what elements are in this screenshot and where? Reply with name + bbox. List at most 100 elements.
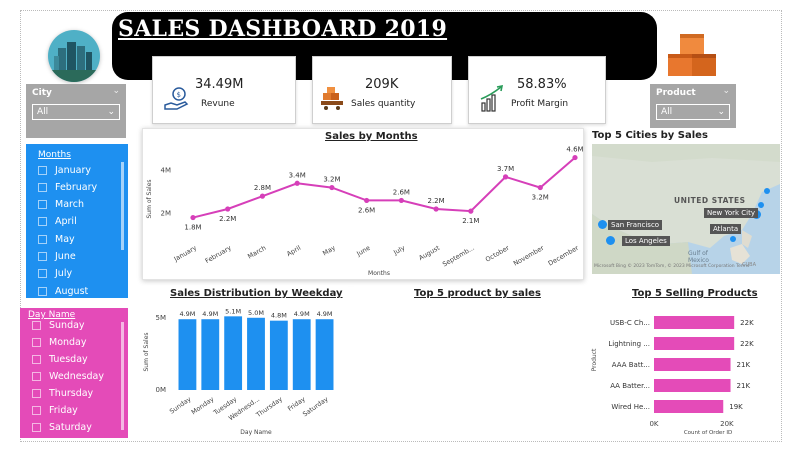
y-tick-label: USB-C Ch... (610, 319, 650, 327)
chevron-down-icon[interactable]: ⌄ (722, 86, 730, 96)
data-label: 4.6M (566, 146, 583, 154)
treemap-tile-value: 8.04M (357, 374, 385, 383)
data-label: 3.2M (532, 194, 549, 202)
checkbox[interactable] (38, 286, 47, 296)
bar (654, 358, 731, 371)
day-scrollbar[interactable] (121, 322, 124, 430)
kpi-revenue-label: Revune (201, 99, 235, 109)
kpi-quantity-value: 209K (365, 77, 399, 92)
bar (654, 379, 731, 392)
slicer-item[interactable]: Friday (32, 403, 78, 419)
slicer-item-label: Thursday (49, 387, 94, 399)
slicer-item[interactable]: January (38, 162, 91, 178)
treemap-tile[interactable]: iPhone 4.79M (354, 387, 482, 437)
x-tick-label: November (512, 244, 546, 268)
slicer-item[interactable]: April (38, 214, 77, 230)
checkbox[interactable] (38, 234, 47, 244)
kpi-profit-card: 58.83% Profit Margin (468, 56, 606, 124)
treemap-tile[interactable]: Google P... 3.32M (536, 302, 580, 402)
dashboard-title: SALES DASHBOARD 2019 (118, 16, 448, 42)
checkbox[interactable] (32, 371, 41, 381)
y-tick-label: 5M (156, 314, 167, 322)
map-bubble[interactable] (730, 236, 736, 242)
data-label: 4.9M (317, 310, 333, 318)
x-axis-label: Count of Order ID (684, 430, 732, 436)
map-bubble[interactable] (606, 236, 615, 245)
checkbox[interactable] (32, 320, 41, 330)
x-tick-label: Septemb... (441, 244, 476, 269)
checkbox[interactable] (32, 388, 41, 398)
slicer-item[interactable]: Saturday (32, 420, 92, 436)
checkbox[interactable] (32, 354, 41, 364)
chevron-down-icon[interactable]: ⌄ (112, 86, 120, 96)
slicer-item-label: Wednesday (49, 370, 105, 382)
slicer-item[interactable]: March (38, 197, 84, 213)
slicer-item[interactable]: August (38, 283, 88, 299)
map-bubble[interactable] (598, 220, 607, 229)
slicer-item[interactable]: July (38, 266, 72, 282)
data-point (433, 206, 439, 212)
treemap-tile-value: 2.44M (486, 425, 514, 434)
city-label-atlanta: Atlanta (710, 224, 742, 234)
product-slicer[interactable]: Product ⌄ All ⌄ (650, 84, 736, 128)
slicer-item[interactable]: Wednesday (32, 368, 104, 384)
treemap-tile[interactable]: Macbook Pro Laptop 8.04M (354, 302, 482, 386)
slicer-item-label: April (55, 216, 77, 228)
y-axis-label: Sum of Sales (143, 332, 150, 371)
checkbox[interactable] (38, 252, 47, 261)
x-tick-label: Sunday (168, 395, 193, 416)
checkbox[interactable] (32, 423, 41, 433)
months-slicer[interactable]: Months January February March April May June J… (26, 144, 128, 298)
checkbox[interactable] (38, 269, 47, 279)
x-tick-label: March (246, 244, 267, 261)
slicer-item[interactable]: Thursday (32, 385, 93, 401)
city-map[interactable]: UNITED STATES Gulf of Mexico CUBA San Fr… (592, 144, 780, 274)
checkbox[interactable] (38, 165, 47, 175)
day-slicer[interactable]: Day Name Sunday Monday Tuesday Wednesday Thu… (20, 308, 128, 438)
data-point (294, 180, 300, 186)
checkbox[interactable] (38, 217, 47, 227)
city-logo-icon (48, 30, 100, 82)
slicer-item[interactable]: Monday (32, 334, 87, 350)
bar (201, 319, 220, 390)
slicer-item[interactable]: May (38, 231, 75, 247)
months-scrollbar[interactable] (121, 162, 124, 250)
product-dropdown[interactable]: All ⌄ (656, 104, 730, 120)
kpi-profit-value: 58.83% (517, 77, 567, 92)
city-dropdown[interactable]: All ⌄ (32, 104, 120, 120)
checkbox[interactable] (38, 200, 47, 210)
treemap-tile-value: 3.32M (539, 390, 567, 399)
slicer-item-label: March (55, 199, 84, 211)
x-tick-label: 20K (720, 420, 734, 428)
boxes-logo-icon (664, 28, 722, 82)
slicer-item[interactable]: Sunday (32, 317, 85, 333)
map-bubble[interactable] (764, 188, 770, 194)
slicer-item[interactable]: February (38, 179, 97, 195)
checkbox[interactable] (32, 337, 41, 347)
slicer-item-label: August (55, 285, 89, 297)
bar (224, 316, 243, 390)
x-axis-label: Day Name (240, 429, 272, 436)
data-label: 2.2M (428, 197, 445, 205)
treemap-tile-value: 4.13M (486, 390, 514, 399)
treemap-tile[interactable]: ThinkPad L... 4.13M (483, 302, 535, 402)
y-tick-label: AAA Batt... (612, 361, 650, 369)
treemap-tile-name: Macbook Pro Laptop (357, 305, 450, 314)
checkbox[interactable] (32, 406, 41, 415)
x-tick-label: May (321, 244, 337, 258)
slicer-item[interactable]: Tuesday (32, 351, 88, 367)
checkbox[interactable] (38, 182, 47, 192)
treemap-tile[interactable]: 27in 4K Gaming Monitor 2.44M (483, 403, 580, 437)
bar (654, 400, 724, 413)
slicer-item-label: Friday (49, 405, 78, 416)
top-cities-panel: Top 5 Cities by Sales UNITED STATES Gulf… (592, 128, 780, 276)
bar (247, 317, 265, 390)
city-slicer[interactable]: City ⌄ All ⌄ (26, 84, 126, 138)
x-tick-label: April (285, 244, 302, 258)
map-bubble[interactable] (758, 202, 764, 208)
bar (654, 337, 735, 350)
data-label: 1.8M (184, 224, 201, 232)
x-tick-label: 0K (649, 420, 658, 428)
slicer-item[interactable]: June (38, 249, 76, 265)
svg-text:$: $ (177, 91, 181, 99)
